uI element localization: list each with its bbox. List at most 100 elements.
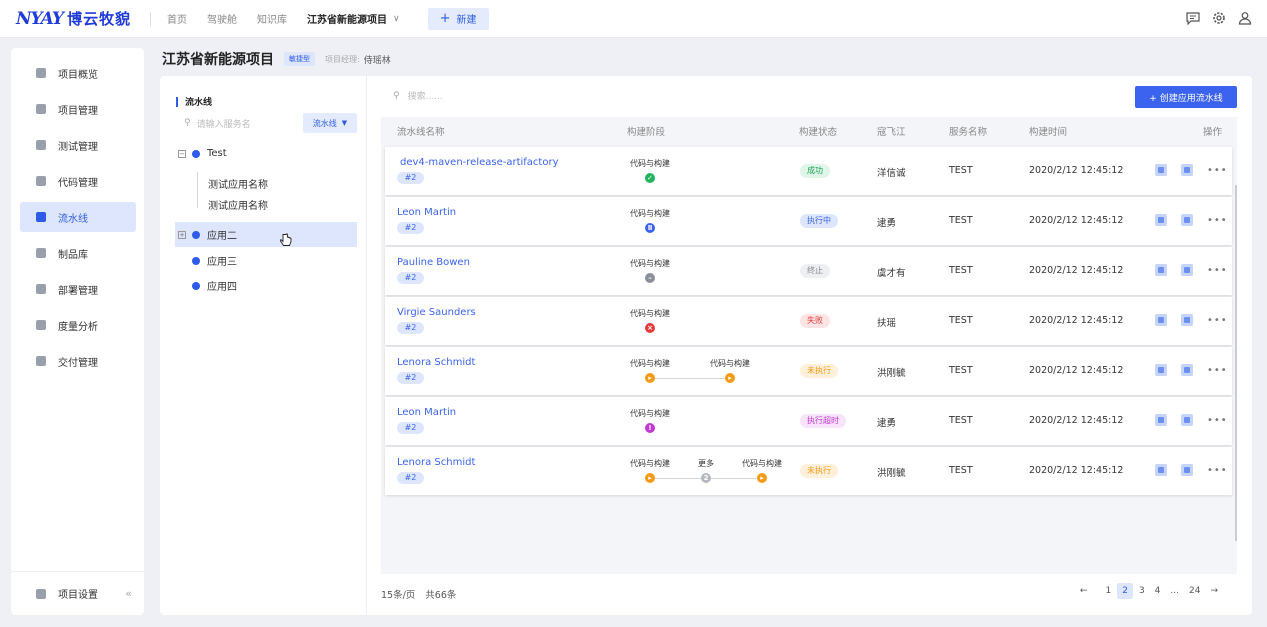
- stage-stopped-icon[interactable]: –: [645, 273, 655, 283]
- stage-notrun-icon[interactable]: ▸: [645, 373, 655, 383]
- project-switcher[interactable]: 江苏省新能源项目 ∨: [307, 11, 400, 27]
- prev-page-icon[interactable]: ←: [1080, 586, 1088, 596]
- sidebar-item-label: 流水线: [58, 213, 88, 225]
- table-row[interactable]: Pauline Bowen #2 代码与构建 – 终止 虞才有 TEST 2020/2/12 …: [385, 247, 1232, 295]
- tree-node-app2[interactable]: + 应用二: [175, 222, 357, 247]
- sidebar-item-test-management[interactable]: 测试管理: [11, 130, 144, 160]
- build-number-badge[interactable]: #2: [397, 272, 424, 284]
- nav-knowledge[interactable]: 知识库: [257, 11, 287, 26]
- edit-icon[interactable]: [1181, 414, 1193, 426]
- table-row[interactable]: Virgie Saunders #2 代码与构建 × 失败 扶瑶 TEST 2020/2/12…: [385, 297, 1232, 345]
- sidebar-item-label: 测试管理: [58, 141, 98, 153]
- pipeline-name-link[interactable]: Virgie Saunders: [397, 307, 476, 318]
- page-1[interactable]: 1: [1105, 586, 1111, 596]
- table-row[interactable]: dev4-maven-release-artifactory #2 代码与构建 ✓ 成功…: [385, 147, 1232, 195]
- more-icon[interactable]: •••: [1207, 315, 1228, 326]
- collapse-icon[interactable]: «: [125, 587, 132, 600]
- stage-timeout-icon[interactable]: !: [645, 423, 655, 433]
- page-3[interactable]: 3: [1139, 586, 1145, 596]
- build-number-badge[interactable]: #2: [397, 222, 424, 234]
- more-icon[interactable]: •••: [1207, 215, 1228, 226]
- sidebar-item-delivery[interactable]: 交付管理: [11, 346, 144, 376]
- stage-label: 代码与构建: [630, 359, 670, 368]
- edit-icon[interactable]: [1181, 164, 1193, 176]
- edit-icon[interactable]: [1181, 214, 1193, 226]
- scrollbar[interactable]: [1235, 185, 1237, 541]
- sidebar-item-artifacts[interactable]: 制品库: [11, 238, 144, 268]
- more-icon[interactable]: •••: [1207, 465, 1228, 476]
- sidebar-item-code-management[interactable]: 代码管理: [11, 166, 144, 196]
- edit-icon[interactable]: [1181, 364, 1193, 376]
- more-icon[interactable]: •••: [1207, 415, 1228, 426]
- page-2[interactable]: 2: [1117, 583, 1133, 599]
- tree-node-test[interactable]: − Test: [178, 148, 227, 159]
- user-icon[interactable]: [1237, 10, 1253, 26]
- page-size[interactable]: 15条/页 共66条: [381, 587, 456, 601]
- more-icon[interactable]: •••: [1207, 365, 1228, 376]
- more-icon[interactable]: •••: [1207, 265, 1228, 276]
- build-time: 2020/2/12 12:45:12: [1029, 215, 1124, 226]
- logo[interactable]: NYAY 博云牧貌: [16, 8, 146, 29]
- pipeline-name-link[interactable]: Leon Martin: [397, 407, 456, 418]
- stage-notrun-icon[interactable]: ▸: [645, 473, 655, 483]
- run-icon[interactable]: [1155, 264, 1167, 276]
- stage-running-icon[interactable]: Ⅱ: [645, 223, 655, 233]
- tree-type-select[interactable]: 流水线 ▼: [303, 113, 357, 133]
- sidebar-item-pipeline[interactable]: 流水线: [20, 202, 136, 232]
- tree-child-item[interactable]: 测试应用名称: [208, 176, 268, 191]
- table-row[interactable]: Leon Martin #2 代码与构建! 执行超时 逮勇 TEST 2020/2/12 1…: [385, 397, 1232, 445]
- run-icon[interactable]: [1155, 414, 1167, 426]
- next-page-icon[interactable]: →: [1210, 586, 1218, 596]
- build-number-badge[interactable]: #2: [397, 172, 424, 184]
- nav-home[interactable]: 首页: [167, 11, 187, 26]
- stage-notrun-icon[interactable]: ▸: [725, 373, 735, 383]
- page-24[interactable]: 24: [1189, 586, 1200, 596]
- pipeline-search-input[interactable]: ⚲ 搜索......: [393, 89, 443, 103]
- build-number-badge[interactable]: #2: [397, 472, 424, 484]
- stage-more-icon[interactable]: 2: [701, 473, 711, 483]
- tree-child-item[interactable]: 测试应用名称: [208, 197, 268, 212]
- table-row[interactable]: Lenora Schmidt #2 代码与构建 ▸ 代码与构建 ▸ 未执行 洪刚毓 TEST 20…: [385, 347, 1232, 395]
- sidebar-item-metrics[interactable]: 度量分析: [11, 310, 144, 340]
- nav-cockpit[interactable]: 驾驶舱: [207, 11, 237, 26]
- service-search-input[interactable]: ⚲ 请输入服务名: [184, 112, 294, 134]
- run-icon[interactable]: [1155, 364, 1167, 376]
- new-button[interactable]: + 新建: [427, 7, 489, 30]
- page-4[interactable]: 4: [1155, 586, 1161, 596]
- collapse-toggle-icon[interactable]: −: [178, 149, 186, 158]
- project-settings[interactable]: 项目设置 «: [11, 571, 144, 615]
- builder-name: 洪刚毓: [877, 468, 906, 479]
- edit-icon[interactable]: [1181, 464, 1193, 476]
- table-row[interactable]: Leon Martin #2 代码与构建 Ⅱ 执行中 逮勇 TEST 2020/2/12 12…: [385, 197, 1232, 245]
- edit-icon[interactable]: [1181, 314, 1193, 326]
- stage-notrun-icon[interactable]: ▸: [757, 473, 767, 483]
- app-icon: [192, 281, 200, 290]
- message-icon[interactable]: [1185, 10, 1201, 26]
- run-icon[interactable]: [1155, 214, 1167, 226]
- stage-failed-icon[interactable]: ×: [645, 323, 655, 333]
- project-manager-label: 项目经理:: [325, 54, 360, 64]
- expand-toggle-icon[interactable]: +: [178, 230, 186, 239]
- tree-node-app4[interactable]: 应用四: [192, 278, 237, 293]
- build-number-badge[interactable]: #2: [397, 372, 424, 384]
- gear-icon[interactable]: [1211, 10, 1227, 26]
- create-pipeline-button[interactable]: + 创建应用流水线: [1135, 86, 1237, 108]
- sidebar-item-deployment[interactable]: 部署管理: [11, 274, 144, 304]
- pipeline-name-link[interactable]: Lenora Schmidt: [397, 357, 475, 368]
- pipeline-name-link[interactable]: Leon Martin: [397, 207, 456, 218]
- sidebar-item-project-management[interactable]: 项目管理: [11, 94, 144, 124]
- run-icon[interactable]: [1155, 464, 1167, 476]
- build-number-badge[interactable]: #2: [397, 322, 424, 334]
- more-icon[interactable]: •••: [1207, 165, 1228, 176]
- tree-node-app3[interactable]: 应用三: [192, 253, 237, 268]
- pipeline-name-link[interactable]: Pauline Bowen: [397, 257, 470, 268]
- pipeline-name-link[interactable]: dev4-maven-release-artifactory: [400, 157, 559, 168]
- sidebar-item-overview[interactable]: 项目概览: [11, 58, 144, 88]
- run-icon[interactable]: [1155, 164, 1167, 176]
- pipeline-name-link[interactable]: Lenora Schmidt: [397, 457, 475, 468]
- edit-icon[interactable]: [1181, 264, 1193, 276]
- stage-success-icon[interactable]: ✓: [645, 173, 655, 183]
- table-row[interactable]: Lenora Schmidt #2 代码与构建 ▸ 更多 2 代码与构建 ▸ 未执行 洪刚毓 TES…: [385, 447, 1232, 495]
- build-number-badge[interactable]: #2: [397, 422, 424, 434]
- run-icon[interactable]: [1155, 314, 1167, 326]
